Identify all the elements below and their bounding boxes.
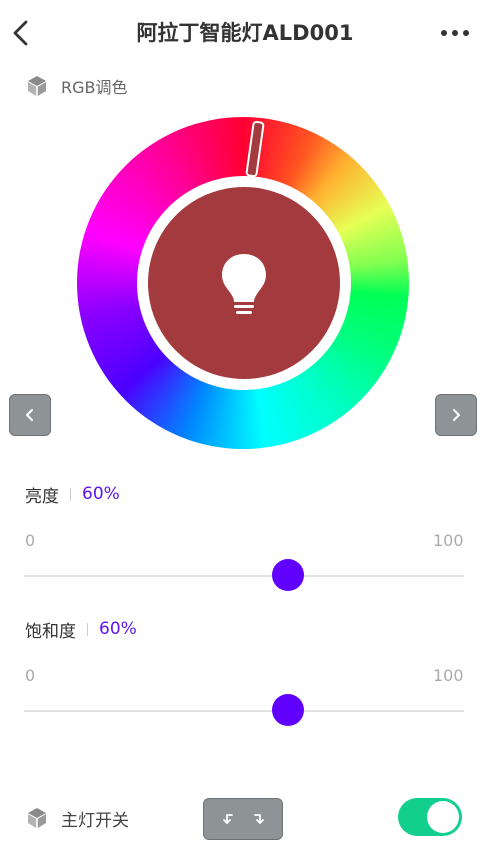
brightness-slider-thumb[interactable] — [272, 559, 304, 591]
previous-color-button[interactable] — [9, 394, 51, 436]
rgb-section-label: RGB调色 — [61, 78, 128, 97]
rgb-section-header: RGB调色 — [25, 72, 128, 100]
brightness-header: 亮度 60% — [25, 482, 120, 507]
saturation-min-label: 0 — [25, 666, 36, 685]
brightness-value: 60% — [82, 484, 120, 504]
saturation-slider-thumb[interactable] — [272, 694, 304, 726]
saturation-slider-track[interactable] — [24, 710, 464, 712]
main-light-label: 主灯开关 — [61, 810, 129, 831]
more-horizontal-icon — [441, 30, 469, 36]
turn-right-icon — [253, 814, 264, 824]
turn-left-icon — [222, 814, 233, 824]
brightness-max-label: 100 — [433, 531, 464, 550]
direction-action-button[interactable] — [203, 798, 283, 840]
light-bulb-icon — [216, 250, 272, 320]
main-light-header: 主灯开关 — [25, 804, 129, 832]
page-title: 阿拉丁智能灯ALD001 — [136, 21, 354, 45]
divider — [87, 622, 88, 636]
more-button[interactable] — [436, 18, 476, 48]
saturation-max-label: 100 — [433, 666, 464, 685]
toggle-knob — [427, 801, 459, 833]
main-light-toggle[interactable] — [398, 798, 462, 836]
divider — [70, 487, 71, 501]
cube-icon — [28, 76, 46, 96]
next-color-button[interactable] — [435, 394, 477, 436]
saturation-label: 饱和度 — [25, 621, 76, 642]
chevron-left-icon — [26, 409, 33, 421]
brightness-slider-track[interactable] — [24, 575, 464, 577]
saturation-header: 饱和度 60% — [25, 617, 137, 642]
brightness-label: 亮度 — [25, 486, 59, 507]
saturation-value: 60% — [99, 619, 137, 639]
cube-icon — [28, 808, 46, 828]
chevron-right-icon — [453, 409, 460, 421]
brightness-min-label: 0 — [25, 531, 36, 550]
